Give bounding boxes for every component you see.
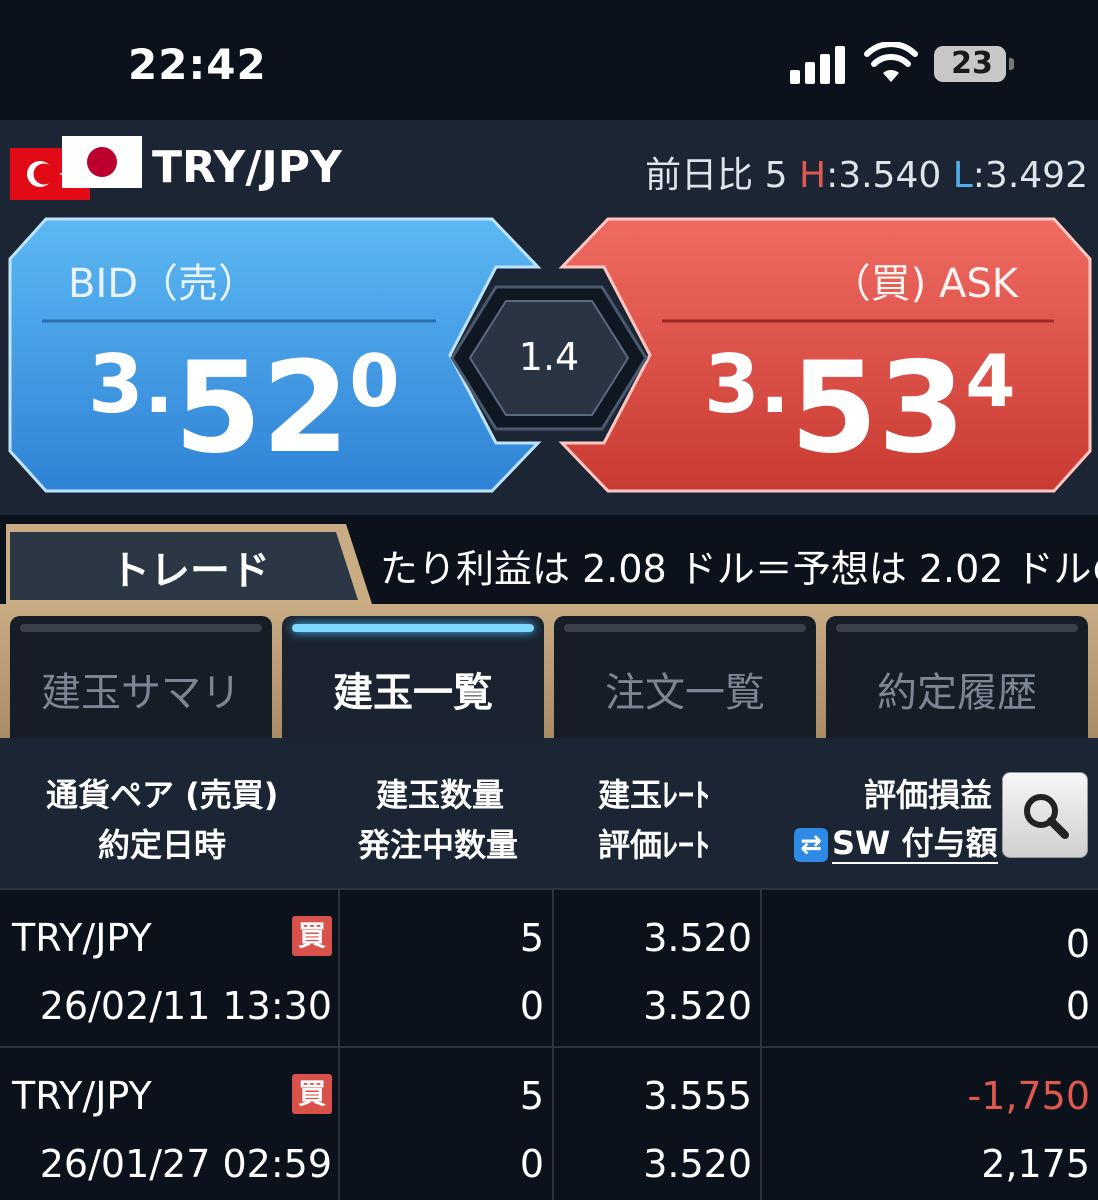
japan-flag-icon	[62, 136, 142, 188]
clock: 22:42	[128, 40, 267, 89]
column-divider	[760, 888, 762, 1200]
news-ticker-text[interactable]: たり利益は 2.08 ドル＝予想は 2.02 ドルの黒	[380, 538, 1098, 593]
row-datetime: 26/02/11 13:30	[39, 984, 332, 1028]
bid-label: BID（売）	[68, 261, 259, 307]
row-datetime: 26/01/27 02:59	[39, 1142, 332, 1186]
tab-label: 注文一覧	[605, 670, 765, 716]
tab-position-summary[interactable]: 建玉サマリ	[10, 616, 272, 738]
search-icon	[1024, 794, 1069, 839]
side-badge: 買	[292, 1074, 332, 1114]
spread-value: 1.4	[518, 335, 580, 379]
header-sw[interactable]: ⇄ SW 付与額	[794, 818, 998, 864]
header-rate: 建玉ﾚｰﾄ	[598, 776, 711, 814]
row-pair: TRY/JPY	[12, 1074, 152, 1118]
status-bar: 22:42 23	[0, 0, 1098, 120]
ask-label: （買) ASK	[830, 261, 1018, 307]
change-value: 5	[764, 155, 788, 196]
row-eval-rate: 3.520	[643, 1142, 752, 1186]
row-pending: 0	[519, 984, 544, 1028]
daily-stats: 前日比 5 H:3.540 L:3.492	[645, 146, 1088, 198]
ask-price: 3.534	[704, 334, 1016, 481]
tab-label: 建玉一覧	[333, 670, 493, 716]
trade-tab[interactable]: トレード	[40, 538, 340, 596]
tab-order-list[interactable]: 注文一覧	[554, 616, 816, 738]
row-pair: TRY/JPY	[12, 916, 152, 960]
header-pending-qty: 発注中数量	[358, 826, 519, 864]
tab-label: 建玉サマリ	[41, 670, 241, 716]
tab-label: 約定履歴	[877, 670, 1037, 716]
swap-toggle-icon: ⇄	[794, 828, 828, 862]
row-pl: -1,750	[967, 1074, 1091, 1118]
battery-icon: 23	[934, 46, 1014, 82]
row-pl: 0	[1065, 922, 1090, 966]
row-sw: 2,175	[981, 1142, 1090, 1186]
row-qty: 5	[519, 1074, 544, 1118]
row-rate: 3.555	[643, 1074, 752, 1118]
row-eval-rate: 3.520	[643, 984, 752, 1028]
high-value: :3.540	[826, 155, 942, 196]
header-datetime: 約定日時	[98, 826, 227, 864]
header-pl: 評価損益	[864, 776, 993, 814]
tab-position-list[interactable]: 建玉一覧	[282, 616, 544, 738]
battery-level: 23	[951, 46, 993, 81]
bid-price: 3.520	[88, 334, 400, 481]
table-row[interactable]: TRY/JPY 買 26/02/11 13:30 5 0 3.520 3.520…	[0, 890, 1098, 1048]
column-divider	[338, 888, 340, 1200]
table-row[interactable]: TRY/JPY 買 26/01/27 02:59 5 0 3.555 3.520…	[0, 1048, 1098, 1200]
low-label: L	[952, 155, 973, 196]
search-button[interactable]	[1002, 772, 1088, 858]
header-sw-label: SW 付与額	[832, 824, 998, 864]
currency-pair-title[interactable]: TRY/JPY	[152, 142, 342, 193]
row-rate: 3.520	[643, 916, 752, 960]
row-sw: 0	[1065, 984, 1090, 1028]
header-qty: 建玉数量	[376, 776, 505, 814]
tab-execution-history[interactable]: 約定履歴	[826, 616, 1088, 738]
column-divider	[552, 888, 554, 1200]
row-pending: 0	[519, 1142, 544, 1186]
header-eval-rate: 評価ﾚｰﾄ	[598, 826, 711, 864]
wifi-icon	[864, 42, 918, 82]
positions-table: TRY/JPY 買 26/02/11 13:30 5 0 3.520 3.520…	[0, 888, 1098, 1200]
cellular-signal-icon	[790, 44, 850, 84]
low-value: :3.492	[972, 155, 1088, 196]
high-label: H	[799, 155, 827, 196]
change-label: 前日比	[645, 155, 754, 196]
side-badge: 買	[292, 916, 332, 956]
row-qty: 5	[519, 916, 544, 960]
header-pair-side: 通貨ペア (売買)	[46, 776, 279, 814]
